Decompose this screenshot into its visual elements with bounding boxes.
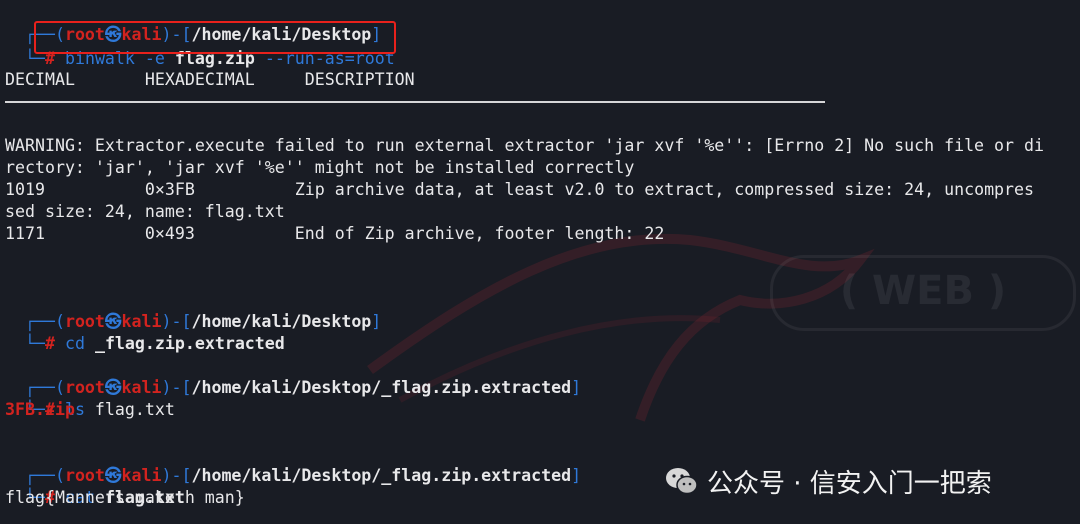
prompt-corner: └─ — [24, 334, 45, 353]
prompt-line-2: ┌──(root㉿kali)-[/home/kali/Desktop] — [5, 289, 381, 331]
wechat-watermark: 公众号 · 信安入门一把索 — [665, 461, 992, 501]
prompt-path: /home/kali/Desktop/_flag.zip.extracted — [191, 378, 572, 397]
command-arg: _flag.zip.extracted — [94, 334, 285, 353]
table-row-1-cont: sed size: 24, name: flag.txt — [5, 202, 285, 221]
warning-line-2: rectory: 'jar', 'jar xvf '%e'' might not… — [5, 158, 635, 177]
prompt-line-3: ┌──(root㉿kali)-[/home/kali/Desktop/_flag… — [5, 355, 581, 397]
row1-hex: 0×3FB — [144, 180, 195, 199]
header-decimal: DECIMAL — [5, 70, 75, 89]
web-watermark: ( WEB ) — [770, 255, 1076, 331]
row2-description: End of Zip archive, footer length: 22 — [294, 224, 665, 243]
command-line-3: └─# ls — [5, 377, 85, 419]
command-program: cd — [64, 334, 85, 353]
row2-decimal: 1171 — [5, 224, 45, 243]
row2-hex: 0×493 — [144, 224, 195, 243]
row1-decimal: 1019 — [5, 180, 45, 199]
prompt-mid: )-[ — [161, 378, 192, 397]
prompt-path: /home/kali/Desktop/_flag.zip.extracted — [191, 466, 572, 485]
prompt-line-4: ┌──(root㉿kali)-[/home/kali/Desktop/_flag… — [5, 443, 581, 485]
prompt-host: kali — [121, 378, 162, 397]
command-line-4: └─# cat flag.txt — [5, 465, 185, 507]
file-3fb-zip: 3FB.zip — [5, 400, 75, 419]
cat-output: flag{Manners maketh man} — [5, 488, 245, 507]
table-header: DECIMAL HEXADECIMAL DESCRIPTION — [5, 69, 415, 91]
table-row-2: 1171 0×493 End of Zip archive, footer le… — [5, 223, 664, 245]
header-divider — [5, 101, 825, 103]
command-highlight-box — [34, 21, 396, 54]
header-hexadecimal: HEXADECIMAL — [144, 70, 255, 89]
wechat-account-name: 公众号 · 信安入门一把索 — [707, 468, 992, 499]
file-flag-txt: flag.txt — [94, 400, 175, 419]
kali-skull-icon: ㉿ — [104, 378, 122, 397]
prompt-close: ] — [371, 312, 382, 331]
command-line-2: └─# cd _flag.zip.extracted — [5, 311, 285, 353]
warning-line-1: WARNING: Extractor.execute failed to run… — [5, 136, 1044, 155]
prompt-close: ] — [571, 466, 582, 485]
row1-description: Zip archive data, at least v2.0 to extra… — [294, 180, 1035, 199]
wechat-icon — [666, 468, 698, 495]
ls-output: 3FB.zip flag.txt — [5, 399, 175, 421]
table-row-1: 1019 0×3FB Zip archive data, at least v2… — [5, 179, 1034, 201]
prompt-close: ] — [571, 378, 582, 397]
header-description: DESCRIPTION — [304, 70, 415, 89]
prompt-hash: # — [44, 334, 55, 353]
